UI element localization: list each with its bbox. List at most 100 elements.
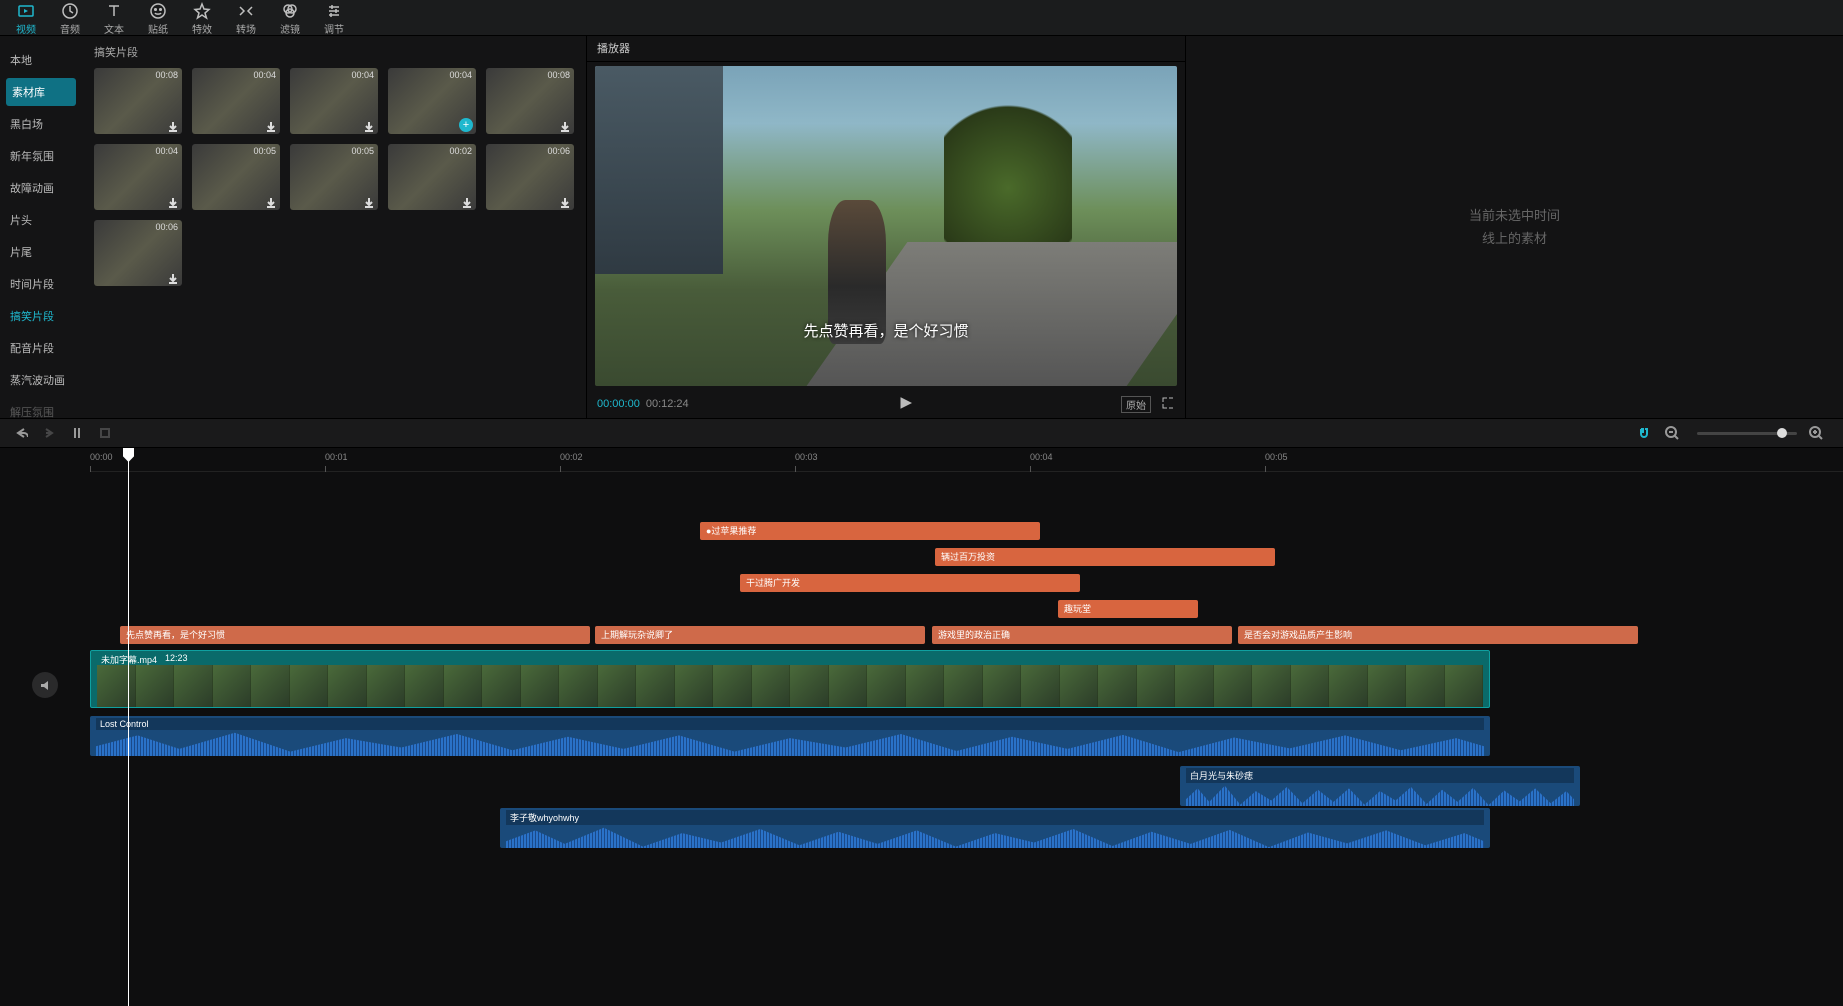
crop-icon bbox=[98, 426, 112, 440]
caption-clip[interactable]: 游戏里的政治正确 bbox=[932, 626, 1232, 644]
thumb-duration: 00:08 bbox=[547, 70, 570, 80]
audio-clip[interactable]: Lost Control bbox=[90, 716, 1490, 756]
thumb-duration: 00:04 bbox=[351, 70, 374, 80]
inspector-panel: 当前未选中时间 线上的素材 bbox=[1186, 36, 1843, 418]
zoom-slider[interactable] bbox=[1697, 432, 1797, 435]
video-clip[interactable]: 未加字幕.mp412:23 bbox=[90, 650, 1490, 708]
tracks-area: ●过苹果推荐辆过百万投资干过腾广开发趣玩堂先点赞再看，是个好习惯上期解玩杂说卿了… bbox=[90, 472, 1843, 1006]
download-icon[interactable] bbox=[167, 120, 179, 132]
tab-label: 滤镜 bbox=[268, 21, 312, 36]
clip-thumbnail[interactable]: 00:05 bbox=[192, 144, 280, 210]
tab-filter[interactable]: 滤镜 bbox=[268, 2, 312, 36]
thumb-duration: 00:06 bbox=[155, 222, 178, 232]
tab-label: 转场 bbox=[224, 21, 268, 36]
tab-audio[interactable]: 音频 bbox=[48, 2, 92, 36]
tab-label: 特效 bbox=[180, 21, 224, 36]
text-icon bbox=[105, 2, 123, 20]
fullscreen-icon bbox=[1161, 396, 1175, 410]
clip-thumbnail[interactable]: 00:02 bbox=[388, 144, 476, 210]
tab-transition[interactable]: 转场 bbox=[224, 2, 268, 36]
thumb-duration: 00:05 bbox=[351, 146, 374, 156]
audio-clip-label: 白月光与朱砂痣 bbox=[1186, 768, 1574, 783]
preview-controls: 00:00:00 00:12:24 原始 bbox=[587, 390, 1185, 418]
cat-intro[interactable]: 片头 bbox=[0, 204, 82, 236]
thumb-duration: 00:06 bbox=[547, 146, 570, 156]
caption-clip[interactable]: 先点赞再看，是个好习惯 bbox=[120, 626, 590, 644]
redo-button[interactable] bbox=[38, 422, 60, 444]
category-sidebar: 本地 素材库 黑白场 新年氛围 故障动画 片头 片尾 时间片段 搞笑片段 配音片… bbox=[0, 36, 82, 418]
tab-video[interactable]: 视频 bbox=[4, 2, 48, 36]
clip-thumbnail[interactable]: 00:06 bbox=[94, 220, 182, 286]
cat-newyear[interactable]: 新年氛围 bbox=[0, 140, 82, 172]
tab-label: 贴纸 bbox=[136, 21, 180, 36]
download-icon[interactable] bbox=[167, 196, 179, 208]
tab-text[interactable]: 文本 bbox=[92, 2, 136, 36]
gallery-title: 搞笑片段 bbox=[94, 44, 574, 60]
time-ruler[interactable]: 00:0000:0100:0200:0300:0400:05 bbox=[90, 448, 1843, 472]
clip-thumbnail[interactable]: 00:04 bbox=[94, 144, 182, 210]
clip-thumbnail[interactable]: 00:04 bbox=[192, 68, 280, 134]
cat-library[interactable]: 素材库 bbox=[6, 78, 76, 106]
timeline[interactable]: 00:0000:0100:0200:0300:0400:05 ●过苹果推荐辆过百… bbox=[0, 448, 1843, 1006]
crop-button[interactable] bbox=[94, 422, 116, 444]
zoom-in-button[interactable] bbox=[1805, 422, 1827, 444]
caption-clip[interactable]: 是否会对游戏品质产生影响 bbox=[1238, 626, 1638, 644]
clip-thumbnail[interactable]: 00:06 bbox=[486, 144, 574, 210]
text-clip[interactable]: 趣玩堂 bbox=[1058, 600, 1198, 618]
timeline-toolbar bbox=[0, 418, 1843, 448]
download-icon[interactable] bbox=[559, 120, 571, 132]
audio-clip-label: 李子敬whyohwhy bbox=[506, 810, 1484, 825]
mute-track-button[interactable] bbox=[32, 672, 58, 698]
tab-sticker[interactable]: 贴纸 bbox=[136, 2, 180, 36]
fullscreen-button[interactable] bbox=[1161, 396, 1175, 413]
effect-icon bbox=[193, 2, 211, 20]
inspector-empty-text: 当前未选中时间 bbox=[1469, 204, 1560, 227]
cat-bw[interactable]: 黑白场 bbox=[0, 108, 82, 140]
text-clip[interactable]: 干过腾广开发 bbox=[740, 574, 1080, 592]
clip-thumbnail[interactable]: 00:05 bbox=[290, 144, 378, 210]
preview-panel: 播放器 先点赞再看，是个好习惯 00:00:00 00:12:24 原始 bbox=[586, 36, 1186, 418]
tab-adjust[interactable]: 调节 bbox=[312, 2, 356, 36]
audio-clip[interactable]: 白月光与朱砂痣 bbox=[1180, 766, 1580, 806]
cat-timeseg[interactable]: 时间片段 bbox=[0, 268, 82, 300]
zoom-out-button[interactable] bbox=[1661, 422, 1683, 444]
library-panel: 本地 素材库 黑白场 新年氛围 故障动画 片头 片尾 时间片段 搞笑片段 配音片… bbox=[0, 36, 586, 418]
play-button[interactable] bbox=[689, 396, 1121, 413]
caption-clip[interactable]: 上期解玩杂说卿了 bbox=[595, 626, 925, 644]
clip-thumbnail[interactable]: 00:04 bbox=[388, 68, 476, 134]
download-icon[interactable] bbox=[559, 196, 571, 208]
playhead[interactable] bbox=[128, 448, 129, 1006]
download-icon[interactable] bbox=[265, 196, 277, 208]
ratio-button[interactable]: 原始 bbox=[1121, 396, 1151, 413]
zoom-in-icon bbox=[1809, 426, 1823, 440]
thumb-duration: 00:04 bbox=[253, 70, 276, 80]
text-clip[interactable]: 辆过百万投资 bbox=[935, 548, 1275, 566]
inspector-empty-text: 线上的素材 bbox=[1469, 227, 1560, 250]
zoom-out-icon bbox=[1665, 426, 1679, 440]
thumb-duration: 00:04 bbox=[449, 70, 472, 80]
preview-viewport[interactable]: 先点赞再看，是个好习惯 bbox=[595, 66, 1177, 386]
clip-thumbnail[interactable]: 00:08 bbox=[94, 68, 182, 134]
clip-thumbnail[interactable]: 00:04 bbox=[290, 68, 378, 134]
top-toolbar: 视频 音频 文本 贴纸 特效 转场 滤镜 调节 bbox=[0, 0, 1843, 36]
text-clip[interactable]: ●过苹果推荐 bbox=[700, 522, 1040, 540]
cat-funny[interactable]: 搞笑片段 bbox=[0, 300, 82, 332]
zoom-control bbox=[1661, 422, 1833, 444]
clip-thumbnail[interactable]: 00:08 bbox=[486, 68, 574, 134]
download-icon[interactable] bbox=[363, 120, 375, 132]
tab-effect[interactable]: 特效 bbox=[180, 2, 224, 36]
ruler-tick: 00:00 bbox=[90, 452, 113, 462]
cat-outro[interactable]: 片尾 bbox=[0, 236, 82, 268]
cat-local[interactable]: 本地 bbox=[0, 44, 82, 76]
cat-vaporwave[interactable]: 蒸汽波动画 bbox=[0, 364, 82, 396]
download-icon[interactable] bbox=[461, 196, 473, 208]
thumb-duration: 00:04 bbox=[155, 146, 178, 156]
download-icon[interactable] bbox=[265, 120, 277, 132]
preview-subtitle: 先点赞再看，是个好习惯 bbox=[595, 320, 1177, 341]
audio-clip[interactable]: 李子敬whyohwhy bbox=[500, 808, 1490, 848]
download-icon[interactable] bbox=[363, 196, 375, 208]
cat-glitch[interactable]: 故障动画 bbox=[0, 172, 82, 204]
download-icon[interactable] bbox=[167, 272, 179, 284]
magnet-button[interactable] bbox=[1633, 422, 1655, 444]
cat-voiceover[interactable]: 配音片段 bbox=[0, 332, 82, 364]
